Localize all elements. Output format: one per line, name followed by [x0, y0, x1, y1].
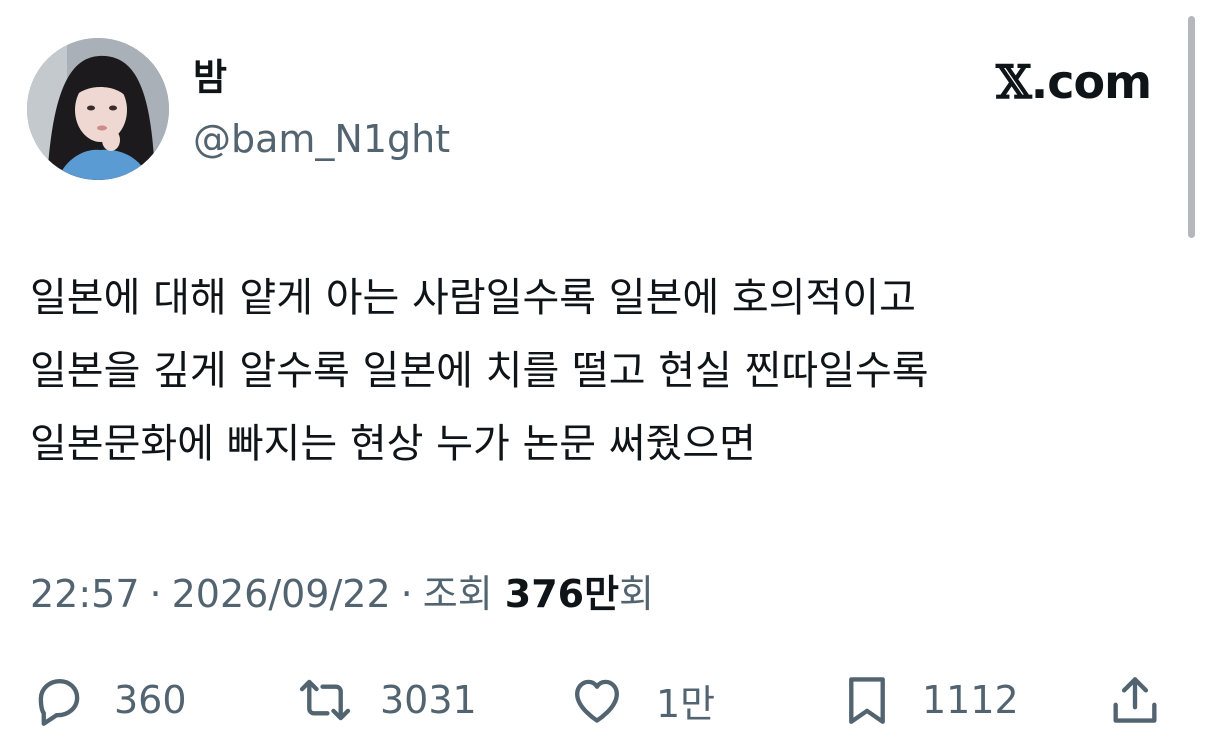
views-count: 376만	[504, 572, 620, 616]
share-icon	[1113, 677, 1157, 723]
tweet-line: 일본에 대해 얕게 아는 사람일수록 일본에 호의적이고	[30, 275, 916, 321]
reply-icon	[38, 678, 80, 726]
retweet-count: 3031	[380, 678, 477, 722]
like-button[interactable]: 1만	[568, 668, 715, 732]
tweet-line: 일본문화에 빠지는 현상 누가 논문 써줬으면	[30, 421, 756, 467]
user-handle[interactable]: @bam_N1ght	[193, 114, 450, 164]
tweet-meta: 22:57 · 2026/09/22 · 조회 376만회	[30, 568, 654, 620]
reply-button[interactable]: 360	[30, 668, 187, 732]
tweet-date[interactable]: 2026/09/22	[172, 572, 391, 616]
avatar[interactable]	[27, 38, 169, 180]
separator: ·	[149, 572, 162, 616]
reply-count: 360	[114, 678, 187, 722]
x-logo-icon: 𝕏	[996, 55, 1032, 109]
scrollbar[interactable]	[1188, 16, 1195, 238]
brand-logo: 𝕏.com	[996, 54, 1152, 110]
display-name[interactable]: 밤	[193, 54, 227, 102]
tweet-line: 일본을 깊게 알수록 일본에 치를 떨고 현실 찐따일수록	[30, 348, 929, 394]
bookmark-button[interactable]: 1112	[838, 668, 1019, 732]
views-suffix: 회	[619, 572, 655, 616]
tweet-time[interactable]: 22:57	[30, 572, 140, 616]
retweet-icon	[299, 679, 351, 721]
share-button[interactable]	[1106, 668, 1164, 732]
like-count: 1만	[656, 681, 716, 726]
heart-icon	[575, 679, 619, 723]
retweet-button[interactable]: 3031	[296, 668, 477, 732]
bookmark-icon	[849, 677, 885, 724]
brand-domain: .com	[1030, 55, 1152, 109]
bookmark-count: 1112	[922, 678, 1019, 722]
views-label: 조회	[422, 572, 493, 616]
separator: ·	[400, 572, 413, 616]
action-bar: 360 3031 1만 1112	[0, 668, 1206, 732]
tweet-text: 일본에 대해 얕게 아는 사람일수록 일본에 호의적이고 일본을 깊게 알수록 …	[30, 262, 1170, 481]
profile-photo-icon	[27, 38, 169, 180]
